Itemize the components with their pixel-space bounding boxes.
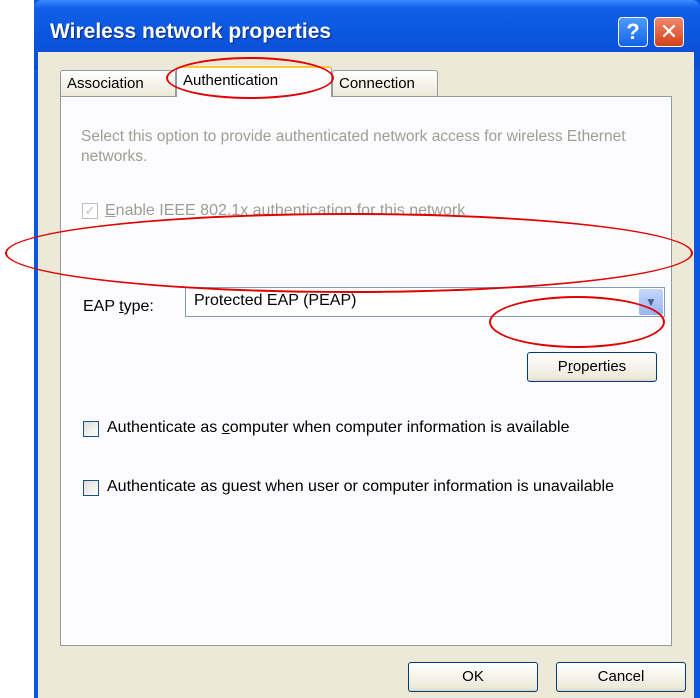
auth-as-computer-checkbox[interactable] <box>83 421 99 437</box>
auth-as-computer-label: Authenticate as computer when computer i… <box>107 419 570 436</box>
dialog-window: Wireless network properties ? ✕ Associat… <box>34 0 700 698</box>
authentication-panel: Select this option to provide authentica… <box>60 96 672 646</box>
eap-type-label: EAP type: <box>83 298 154 315</box>
auth-as-guest-label: Authenticate as guest when user or compu… <box>107 478 614 495</box>
enable-8021x-checkbox[interactable]: ✓ <box>82 203 98 219</box>
window-title: Wireless network properties <box>50 20 332 43</box>
tab-connection[interactable]: Connection <box>332 70 438 96</box>
close-button[interactable]: ✕ <box>654 17 684 47</box>
cancel-button[interactable]: Cancel <box>556 662 686 692</box>
ok-button[interactable]: OK <box>408 662 538 692</box>
help-button[interactable]: ? <box>618 17 648 47</box>
eap-type-select[interactable]: Protected EAP (PEAP) ▼ <box>185 287 665 317</box>
properties-button[interactable]: Properties <box>527 352 657 382</box>
tab-authentication[interactable]: Authentication <box>176 66 332 97</box>
auth-as-guest-checkbox[interactable] <box>83 480 99 496</box>
authentication-hint: Select this option to provide authentica… <box>81 128 626 165</box>
eap-type-value: Protected EAP (PEAP) <box>194 292 357 309</box>
enable-8021x-label: Enable IEEE 802.1x authentication for th… <box>105 202 466 219</box>
chevron-down-icon[interactable]: ▼ <box>639 289 663 315</box>
dialog-client-area: Association Authentication Connection Se… <box>38 52 694 698</box>
tab-association[interactable]: Association <box>60 70 176 96</box>
